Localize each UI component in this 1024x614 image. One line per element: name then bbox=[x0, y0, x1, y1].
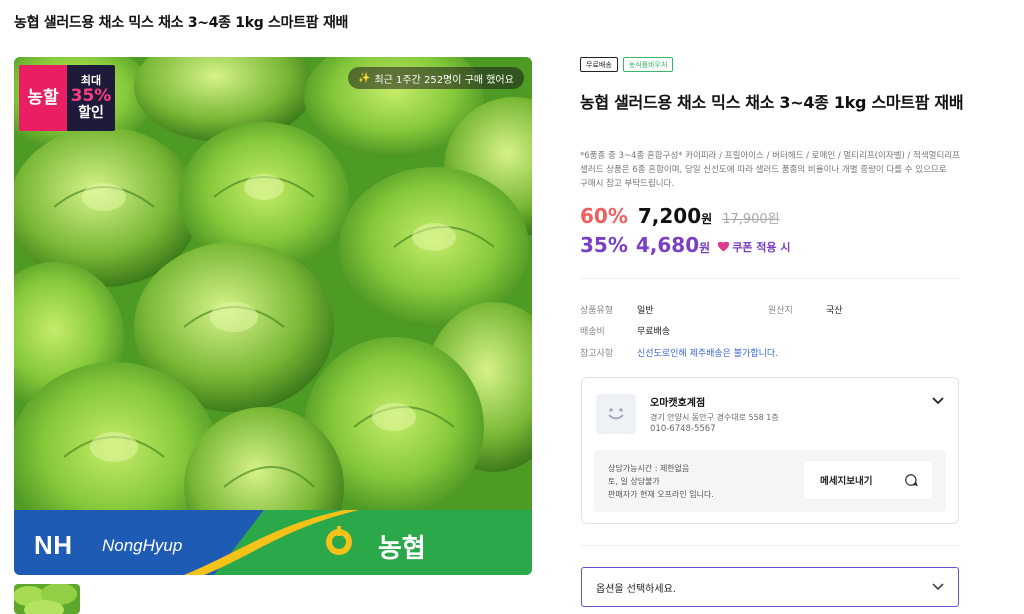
thumbnail-image bbox=[14, 584, 80, 614]
seller-status: 판매자가 현재 오프라인 입니다. bbox=[608, 490, 714, 499]
origin-label: 원산지 bbox=[768, 306, 793, 316]
sale-price: 7,200원 bbox=[638, 204, 712, 228]
coupon-price-currency: 원 bbox=[699, 241, 711, 255]
seller-name[interactable]: 오마캣호계점 bbox=[650, 394, 705, 409]
send-message-label: 메세지보내기 bbox=[820, 476, 873, 487]
consult-info-box: 상담가능시간 : 제한없음 토, 일 상담불가 판매자가 현재 오프라인 입니다… bbox=[594, 450, 946, 512]
sale-price-value: 7,200 bbox=[637, 204, 702, 228]
discount-badge: 농할 최대 35% 할인 bbox=[19, 65, 115, 131]
page-title: 농협 샐러드용 채소 믹스 채소 3~4종 1kg 스마트팜 재배 bbox=[14, 15, 349, 31]
consult-hours: 상담가능시간 : 제한없음 bbox=[608, 464, 690, 473]
option-placeholder: 옵션을 선택하세요. bbox=[596, 583, 676, 595]
coupon-price-value: 4,680 bbox=[635, 233, 700, 257]
shipping-fee-label: 배송비 bbox=[580, 327, 605, 337]
chevron-down-icon bbox=[932, 583, 944, 591]
sparkle-icon: ✨ bbox=[358, 72, 371, 84]
product-main-image[interactable] bbox=[14, 57, 532, 575]
recent-purchase-pill: ✨ 최근 1주간 252명이 구매 했어요 bbox=[348, 67, 524, 89]
sale-price-currency: 원 bbox=[701, 212, 713, 226]
nonghyup-korean-wordmark: 농협 bbox=[378, 534, 426, 564]
chevron-down-icon bbox=[932, 397, 944, 405]
send-message-button[interactable]: 메세지보내기 bbox=[804, 461, 932, 499]
discount-rate: 60% bbox=[580, 204, 628, 228]
max-discount-label: 최대 35% 할인 bbox=[67, 65, 115, 131]
price-row: 60% 7,200원 17,900원 bbox=[580, 204, 780, 228]
nonghal-label: 농할 bbox=[19, 65, 67, 131]
brand-banner-background bbox=[14, 510, 532, 575]
nonghyup-wordmark: NongHyup bbox=[102, 536, 183, 555]
coupon-price: 4,680원 bbox=[636, 233, 710, 257]
product-name: 농협 샐러드용 채소 믹스 채소 3~4종 1kg 스마트팜 재배 bbox=[580, 93, 964, 112]
divider bbox=[580, 278, 960, 279]
original-price: 17,900원 bbox=[722, 212, 780, 227]
shipping-fee-value: 무료배송 bbox=[637, 327, 671, 337]
seller-expand-toggle[interactable] bbox=[932, 390, 944, 409]
recent-purchase-text: 최근 1주간 252명이 구매 했어요 bbox=[374, 74, 514, 86]
badge-bottom-text: 할인 bbox=[78, 104, 104, 121]
seller-card: 오마캣호계점 경기 안양시 동안구 경수대로 558 1층 010-6748-5… bbox=[581, 377, 959, 524]
product-type-label: 상품유형 bbox=[580, 306, 614, 316]
coupon-apply-text: 쿠폰 적용 시 bbox=[732, 241, 791, 254]
notice-label: 참고사항 bbox=[580, 349, 614, 359]
nonghyup-brand-banner: NH NongHyup 농협 bbox=[14, 510, 532, 575]
lettuce-photo bbox=[14, 57, 532, 575]
option-select[interactable]: 옵션을 선택하세요. bbox=[581, 567, 959, 607]
badge-percent: 35% bbox=[70, 86, 112, 106]
smile-icon bbox=[608, 408, 624, 420]
consult-weekend: 토, 일 상담불가 bbox=[608, 477, 660, 486]
coupon-price-row: 35% 4,680원 쿠폰 적용 시 bbox=[580, 233, 790, 257]
coupon-rate: 35% bbox=[580, 233, 628, 257]
free-shipping-tag: 무료배송 bbox=[580, 57, 618, 72]
nh-logo: NH bbox=[34, 530, 73, 560]
coupon-apply-label[interactable]: 쿠폰 적용 시 bbox=[718, 239, 790, 255]
notice-value: 신선도로인해 제주배송은 불가합니다. bbox=[637, 349, 779, 359]
product-type-value: 일반 bbox=[637, 306, 654, 316]
product-description: *6품종 중 3~4종 혼합구성* 카이피라 / 프릴아이스 / 버터헤드 / … bbox=[580, 151, 960, 189]
consult-text: 상담가능시간 : 제한없음 토, 일 상담불가 판매자가 현재 오프라인 입니다… bbox=[608, 462, 714, 501]
seller-phone: 010-6748-5567 bbox=[650, 424, 716, 434]
origin-value: 국산 bbox=[826, 306, 843, 316]
heart-icon bbox=[718, 242, 730, 252]
product-tags: 무료배송 농식품바우처 bbox=[580, 57, 674, 72]
product-thumbnail[interactable] bbox=[14, 584, 80, 614]
seller-address: 경기 안양시 동안구 경수대로 558 1층 bbox=[650, 413, 779, 422]
chat-bubble-icon bbox=[905, 474, 918, 487]
divider bbox=[580, 545, 960, 546]
voucher-tag: 농식품바우처 bbox=[622, 57, 674, 72]
seller-avatar bbox=[596, 394, 636, 434]
